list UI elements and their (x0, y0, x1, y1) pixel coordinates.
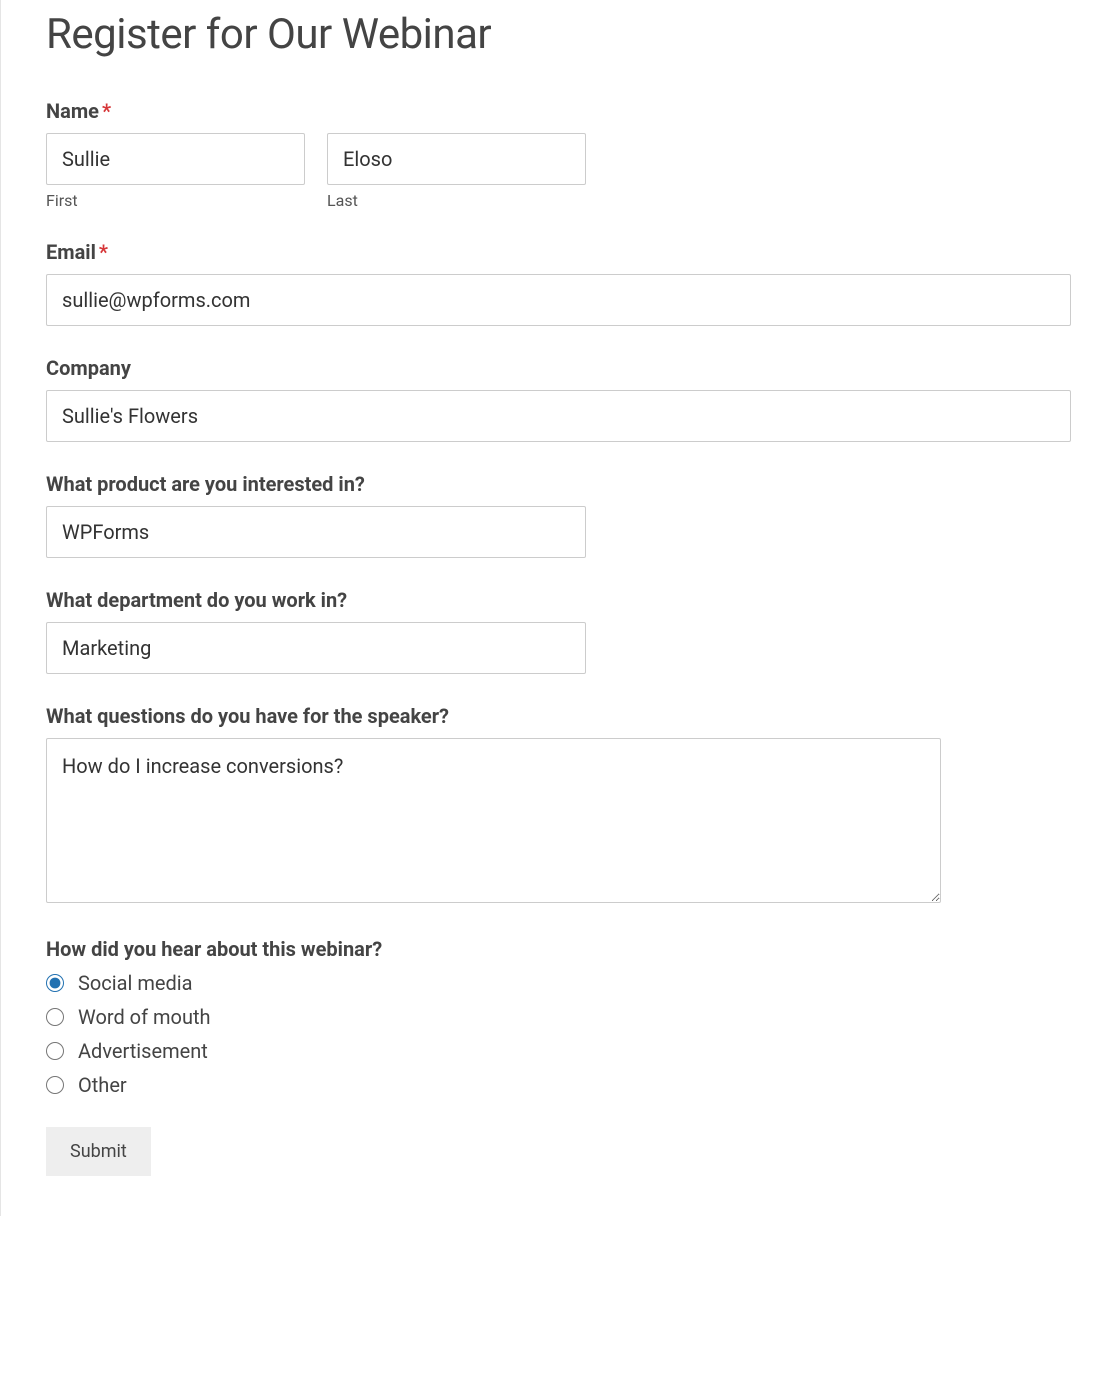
email-field: Email* (46, 240, 1071, 326)
radio-word-of-mouth[interactable] (46, 1008, 64, 1026)
questions-textarea[interactable]: How do I increase conversions? (46, 738, 941, 903)
radio-label[interactable]: Other (78, 1073, 127, 1097)
hear-label: How did you hear about this webinar? (46, 937, 1071, 961)
radio-advertisement[interactable] (46, 1042, 64, 1060)
first-name-input[interactable] (46, 133, 305, 185)
product-label: What product are you interested in? (46, 472, 1071, 496)
department-label: What department do you work in? (46, 588, 1071, 612)
company-label: Company (46, 356, 1071, 380)
department-select[interactable]: Marketing (46, 622, 586, 674)
radio-item: Other (46, 1073, 1071, 1097)
radio-item: Word of mouth (46, 1005, 1071, 1029)
questions-label: What questions do you have for the speak… (46, 704, 1071, 728)
radio-social-media[interactable] (46, 974, 64, 992)
name-field: Name* First Last (46, 99, 1071, 210)
page-title: Register for Our Webinar (46, 10, 1071, 59)
radio-label[interactable]: Social media (78, 971, 192, 995)
radio-other[interactable] (46, 1076, 64, 1094)
email-input[interactable] (46, 274, 1071, 326)
hear-field: How did you hear about this webinar? Soc… (46, 937, 1071, 1097)
required-asterisk: * (99, 240, 108, 264)
name-label: Name* (46, 99, 1071, 123)
hear-radio-list: Social media Word of mouth Advertisement… (46, 971, 1071, 1097)
company-field: Company (46, 356, 1071, 442)
required-asterisk: * (102, 99, 111, 123)
last-name-input[interactable] (327, 133, 586, 185)
email-label-text: Email (46, 240, 96, 264)
first-name-sublabel: First (46, 191, 305, 210)
radio-item: Social media (46, 971, 1071, 995)
last-name-sublabel: Last (327, 191, 586, 210)
questions-field: What questions do you have for the speak… (46, 704, 1071, 907)
radio-item: Advertisement (46, 1039, 1071, 1063)
radio-label[interactable]: Word of mouth (78, 1005, 211, 1029)
company-input[interactable] (46, 390, 1071, 442)
email-label: Email* (46, 240, 1071, 264)
submit-button[interactable]: Submit (46, 1127, 151, 1176)
product-field: What product are you interested in? WPFo… (46, 472, 1071, 558)
radio-label[interactable]: Advertisement (78, 1039, 208, 1063)
name-label-text: Name (46, 99, 99, 123)
product-select[interactable]: WPForms (46, 506, 586, 558)
department-field: What department do you work in? Marketin… (46, 588, 1071, 674)
